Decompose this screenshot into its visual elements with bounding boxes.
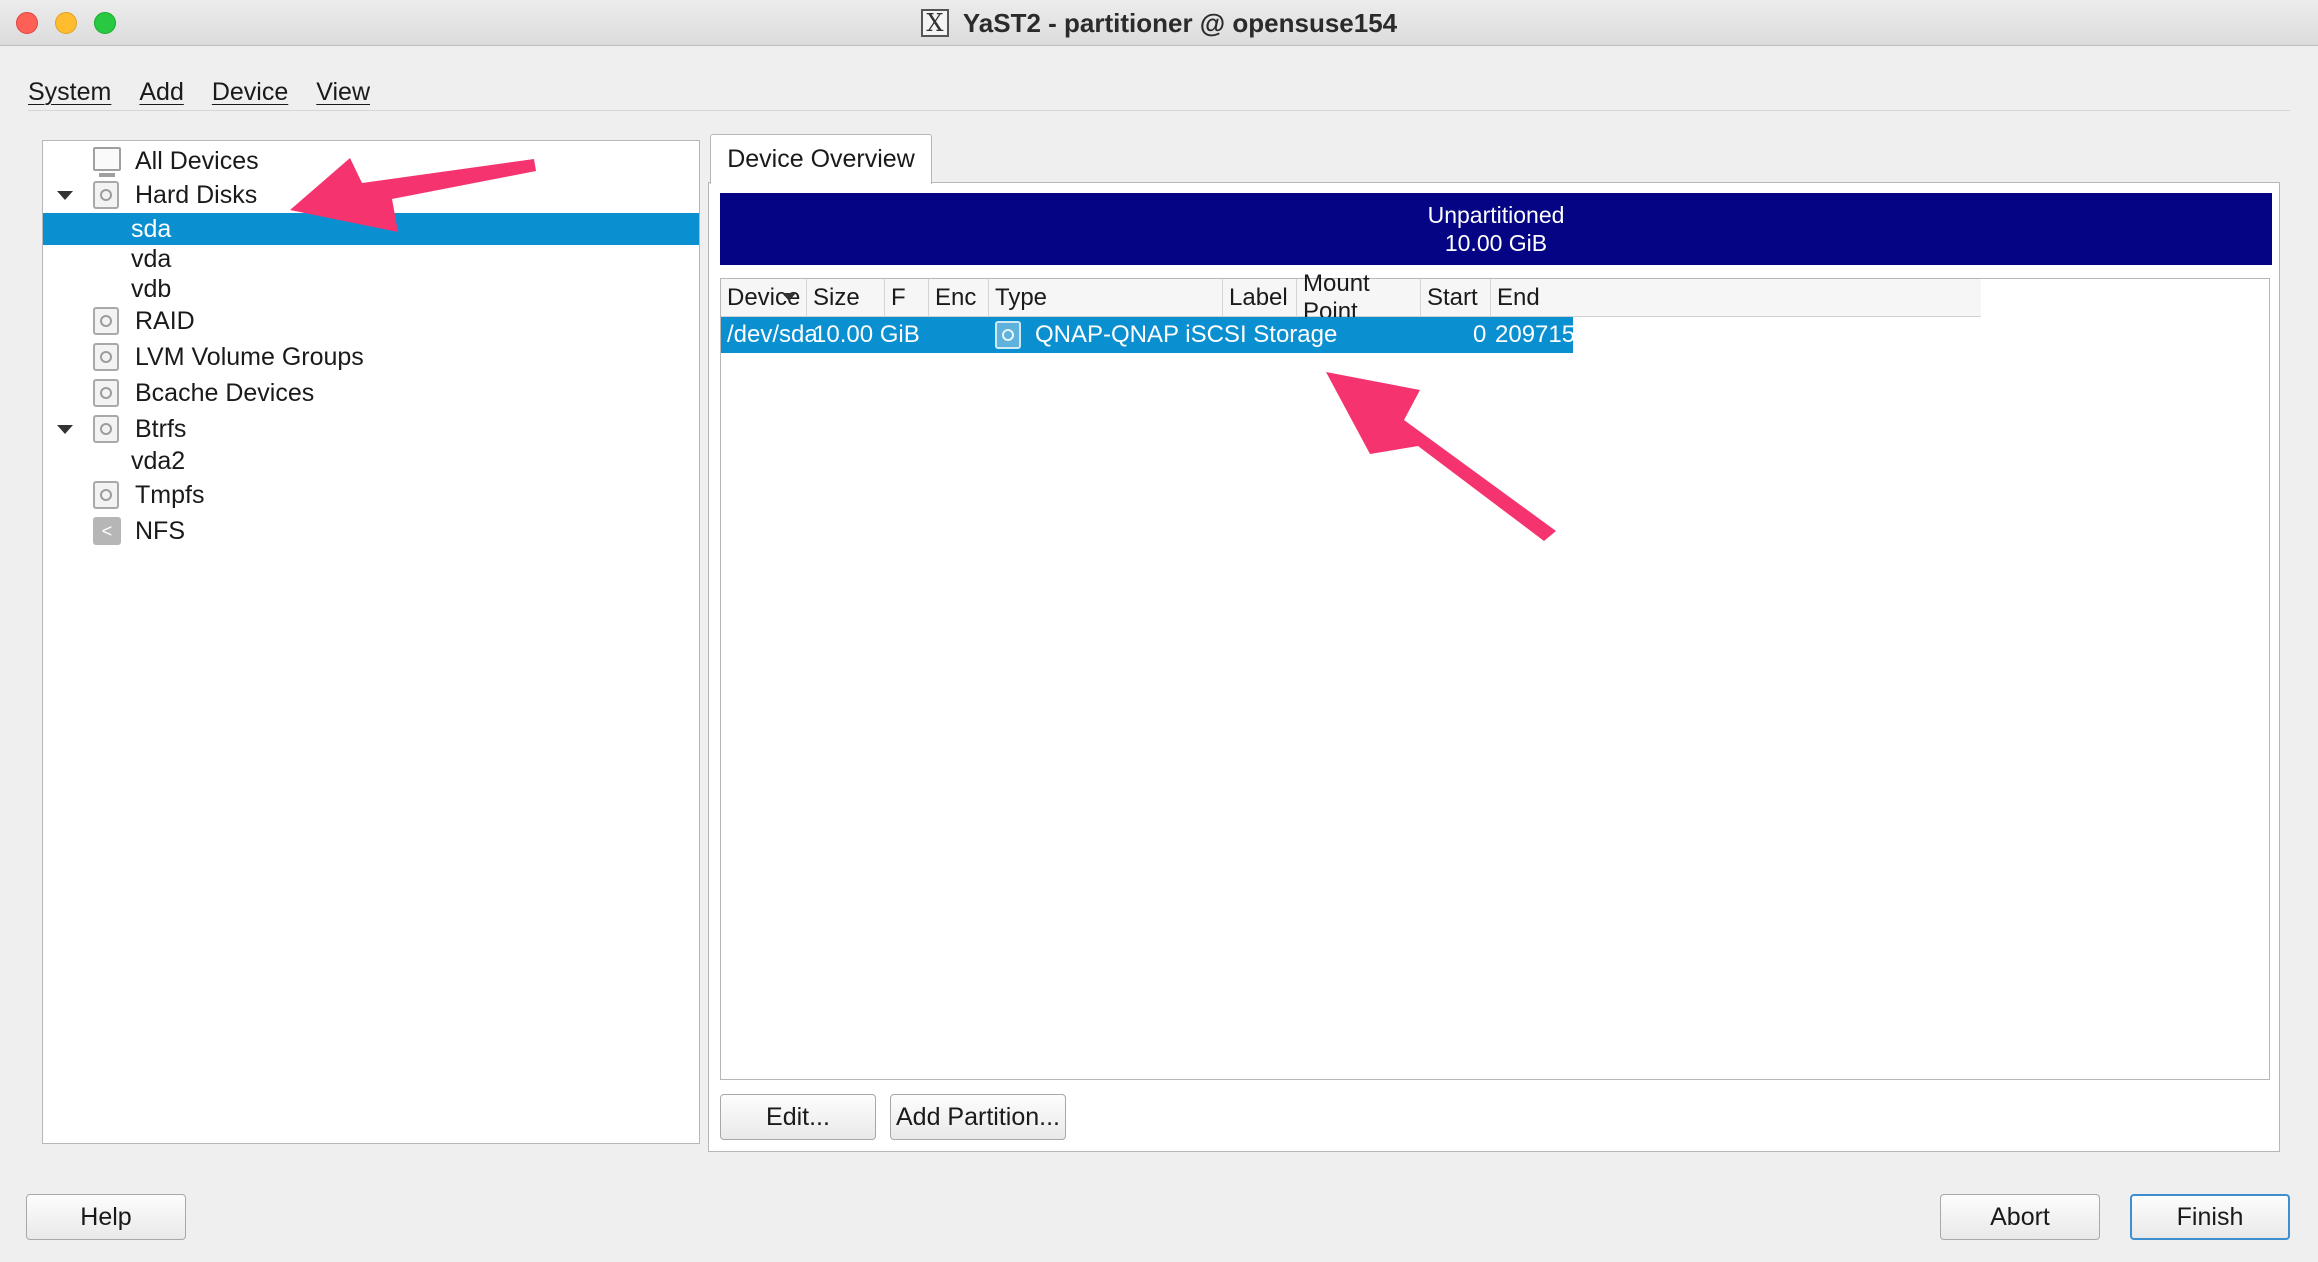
tree-item-label: RAID bbox=[135, 306, 195, 335]
tree-item-vdb[interactable]: vdb bbox=[43, 273, 699, 305]
tree-item-label: vda2 bbox=[131, 446, 186, 475]
help-button[interactable]: Help bbox=[26, 1194, 186, 1240]
tree-item-label: Tmpfs bbox=[135, 480, 205, 509]
tree-item-label: vdb bbox=[131, 274, 172, 303]
tree-item-hard-disks[interactable]: Hard Disks bbox=[43, 179, 699, 211]
tree-item-label: All Devices bbox=[135, 146, 259, 175]
cell-end: 20971519 bbox=[1495, 321, 1602, 348]
tree-item-all-devices[interactable]: All Devices bbox=[43, 145, 699, 177]
menu-bar: System Add Device View bbox=[28, 72, 370, 112]
cell-size: 10.00 GiB bbox=[813, 321, 920, 348]
table-row[interactable]: /dev/sda 10.00 GiB QNAP-QNAP iSCSI Stora… bbox=[721, 317, 1602, 353]
expand-arrow-icon[interactable] bbox=[57, 425, 73, 434]
window-title: YaST2 - partitioner @ opensuse154 bbox=[962, 7, 1398, 38]
finish-button[interactable]: Finish bbox=[2130, 1194, 2290, 1240]
column-header-enc[interactable]: Enc bbox=[929, 279, 989, 317]
menu-system[interactable]: System bbox=[28, 78, 111, 107]
hard-disk-icon bbox=[93, 181, 119, 209]
tree-item-raid[interactable]: RAID bbox=[43, 305, 699, 337]
title-bar: X YaST2 - partitioner @ opensuse154 bbox=[0, 0, 2318, 46]
tree-item-vda[interactable]: vda bbox=[43, 243, 699, 275]
tree-item-label: sda bbox=[131, 214, 172, 243]
disk-usage-bar: Unpartitioned 10.00 GiB bbox=[720, 193, 2272, 265]
tree-item-sda[interactable]: sda bbox=[43, 213, 699, 245]
expand-arrow-icon[interactable] bbox=[57, 191, 73, 200]
column-header-start[interactable]: Start bbox=[1421, 279, 1491, 317]
tree-item-vda2[interactable]: vda2 bbox=[43, 445, 699, 477]
column-header-type[interactable]: Type bbox=[989, 279, 1223, 317]
device-table[interactable]: Device Size F Enc Type Label Mount Point… bbox=[720, 270, 2270, 1080]
cell-type-text: QNAP-QNAP iSCSI Storage bbox=[1035, 321, 1338, 348]
menu-separator bbox=[28, 110, 2290, 111]
tree-item-label: vda bbox=[131, 244, 172, 273]
x-window-icon: X bbox=[920, 9, 949, 37]
tree-item-label: Bcache Devices bbox=[135, 378, 315, 407]
tab-device-overview[interactable]: Device Overview bbox=[710, 134, 932, 184]
bcache-icon bbox=[93, 379, 119, 407]
tree-item-lvm-volume-groups[interactable]: LVM Volume Groups bbox=[43, 341, 699, 373]
tree-item-nfs[interactable]: < NFS bbox=[43, 515, 699, 547]
column-header-device[interactable]: Device bbox=[721, 279, 807, 317]
sort-descending-icon bbox=[782, 293, 796, 301]
menu-device[interactable]: Device bbox=[212, 78, 288, 107]
edit-button[interactable]: Edit... bbox=[720, 1094, 876, 1140]
menu-view[interactable]: View bbox=[316, 78, 370, 107]
partitioner-window: System Add Device View All Devices Hard … bbox=[0, 46, 2318, 1262]
btrfs-icon bbox=[93, 415, 119, 443]
cell-device: /dev/sda bbox=[727, 321, 818, 348]
cell-type: QNAP-QNAP iSCSI Storage bbox=[995, 317, 1337, 353]
monitor-icon bbox=[93, 147, 121, 177]
busy-indicator-icon bbox=[260, 1202, 271, 1224]
tree-item-bcache-devices[interactable]: Bcache Devices bbox=[43, 377, 699, 409]
hard-disk-icon bbox=[995, 321, 1021, 349]
table-header: Device Size F Enc Type Label Mount Point… bbox=[721, 270, 1981, 325]
tree-item-label: Hard Disks bbox=[135, 180, 258, 209]
cell-start: 0 bbox=[1473, 321, 1487, 348]
column-header-f[interactable]: F bbox=[885, 279, 929, 317]
raid-icon bbox=[93, 307, 119, 335]
window-title-area: X YaST2 - partitioner @ opensuse154 bbox=[0, 0, 2318, 46]
column-header-mount-point[interactable]: Mount Point bbox=[1297, 270, 1421, 325]
tree-item-btrfs[interactable]: Btrfs bbox=[43, 413, 699, 445]
tree-item-label: Btrfs bbox=[135, 414, 187, 443]
device-tree[interactable]: All Devices Hard Disks sda vda vdb RAID … bbox=[42, 140, 700, 1144]
tmpfs-icon bbox=[93, 481, 119, 509]
tree-item-tmpfs[interactable]: Tmpfs bbox=[43, 479, 699, 511]
tree-item-label: NFS bbox=[135, 516, 185, 545]
column-header-size[interactable]: Size bbox=[807, 279, 885, 317]
usage-bar-size: 10.00 GiB bbox=[1444, 230, 1548, 256]
usage-bar-label: Unpartitioned bbox=[1427, 202, 1565, 228]
add-partition-button[interactable]: Add Partition... bbox=[890, 1094, 1066, 1140]
nfs-share-icon: < bbox=[93, 517, 121, 545]
menu-add[interactable]: Add bbox=[139, 78, 183, 107]
abort-button[interactable]: Abort bbox=[1940, 1194, 2100, 1240]
tree-item-label: LVM Volume Groups bbox=[135, 342, 364, 371]
lvm-icon bbox=[93, 343, 119, 371]
column-header-label[interactable]: Label bbox=[1223, 279, 1297, 317]
column-header-end[interactable]: End bbox=[1491, 279, 1573, 317]
